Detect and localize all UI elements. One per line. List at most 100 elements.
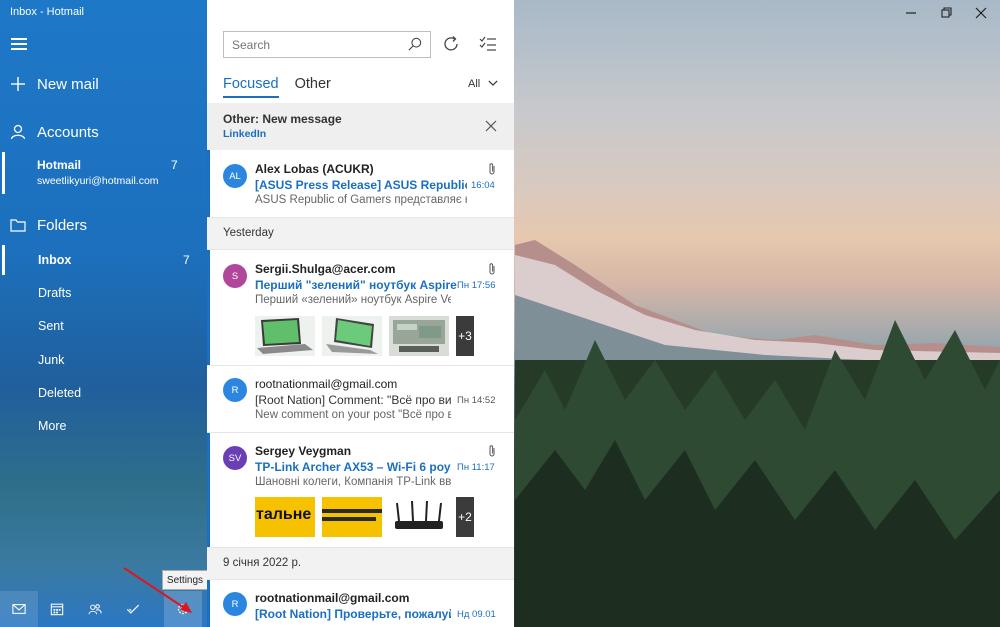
folders-label: Folders xyxy=(37,216,88,234)
minimize-button[interactable] xyxy=(903,5,919,21)
message-list-pane: Focused Other All Other: New message Lin… xyxy=(207,0,514,627)
message-item[interactable]: AL Alex Lobas (ACUKR) [ASUS Press Releas… xyxy=(207,150,514,218)
accounts-label: Accounts xyxy=(37,123,99,141)
folder-deleted[interactable]: Deleted xyxy=(0,378,207,408)
sync-icon xyxy=(444,36,458,51)
people-icon xyxy=(88,604,102,615)
folder-label: Junk xyxy=(38,353,65,367)
selection-mode-button[interactable] xyxy=(479,35,497,53)
person-icon xyxy=(10,124,26,140)
folder-sent[interactable]: Sent xyxy=(0,311,207,341)
minimize-icon xyxy=(906,12,916,14)
filter-dropdown[interactable]: All xyxy=(468,78,498,90)
message-time: Нд 09.01 xyxy=(457,609,496,620)
date-group-header: Yesterday xyxy=(207,218,514,250)
laptop-thumbnail[interactable] xyxy=(255,316,315,356)
selection-bar xyxy=(2,152,5,194)
message-subject: [ASUS Press Release] ASUS Republic of Ga… xyxy=(255,178,467,192)
paperclip-icon xyxy=(489,263,495,275)
tab-other[interactable]: Other xyxy=(295,76,331,98)
message-preview: ASUS Republic of Gamers представляє нові xyxy=(255,194,467,206)
account-unread-count: 7 xyxy=(171,158,178,172)
folder-label: More xyxy=(38,419,67,433)
folder-count: 7 xyxy=(183,253,190,267)
unread-indicator xyxy=(207,433,210,547)
hamburger-menu-icon[interactable] xyxy=(11,38,27,50)
search-icon[interactable] xyxy=(408,37,422,51)
message-preview: Шановні колеги, Компанія TP-Link вводить xyxy=(255,476,451,488)
account-hotmail[interactable]: Hotmail sweetlikyuri@hotmail.com 7 xyxy=(0,152,207,194)
folder-label: Deleted xyxy=(38,386,82,400)
mail-icon xyxy=(12,604,26,614)
more-attachments-count[interactable]: +2 xyxy=(456,497,474,537)
router-thumbnail[interactable] xyxy=(389,497,449,537)
message-item[interactable]: R rootnationmail@gmail.com [Root Nation]… xyxy=(207,580,514,627)
attachment-thumbnails: +3 xyxy=(255,316,474,356)
people-button[interactable] xyxy=(76,591,114,627)
selection-bar xyxy=(2,245,5,275)
folder-label: Drafts xyxy=(38,286,72,300)
message-subject: Перший "зелений" ноутбук Aspire Vero xyxy=(255,278,457,292)
red-arrow-annotation xyxy=(123,567,192,613)
banner-thumbnail[interactable]: тальне xyxy=(255,497,315,537)
new-mail-button[interactable]: New mail xyxy=(0,72,207,96)
message-time: Пн 17:56 xyxy=(457,280,496,291)
banner-thumbnail[interactable] xyxy=(322,497,382,537)
calendar-icon xyxy=(50,603,64,616)
unread-indicator xyxy=(207,250,210,365)
close-icon[interactable] xyxy=(485,120,497,132)
message-preview: New comment on your post "Всё про випуск xyxy=(255,409,451,421)
message-preview: Перший «зелений» ноутбук Aspire Vero xyxy=(255,294,451,306)
message-subject: [Root Nation] Comment: "Всё про випуск xyxy=(255,393,451,407)
message-time: 16:04 xyxy=(471,180,495,191)
new-mail-label: New mail xyxy=(37,75,99,93)
folder-junk[interactable]: Junk xyxy=(0,345,207,375)
message-sender: rootnationmail@gmail.com xyxy=(255,591,410,605)
close-window-button[interactable] xyxy=(973,5,989,21)
message-time: Пн 11:17 xyxy=(457,462,495,473)
message-sender: Sergey Veygman xyxy=(255,444,352,458)
chevron-down-icon xyxy=(488,80,498,86)
folder-inbox[interactable]: Inbox 7 xyxy=(0,245,207,275)
more-attachments-count[interactable]: +3 xyxy=(456,316,474,356)
message-item[interactable]: SV Sergey Veygman TP-Link Archer AX53 – … xyxy=(207,433,514,548)
search-input[interactable] xyxy=(224,32,404,57)
close-icon xyxy=(975,7,987,19)
other-inbox-notification[interactable]: Other: New message LinkedIn xyxy=(207,103,514,150)
message-subject: [Root Nation] Проверьте, пожалуйста xyxy=(255,607,451,621)
message-sender: Alex Lobas (ACUKR) xyxy=(255,162,374,176)
avatar: S xyxy=(223,264,247,288)
paperclip-icon xyxy=(489,163,495,175)
folder-more[interactable]: More xyxy=(0,411,207,441)
accounts-button[interactable]: Accounts xyxy=(0,120,207,144)
attachment-thumbnails: тальне +2 xyxy=(255,497,474,537)
checklist-icon xyxy=(479,36,496,51)
filter-label: All xyxy=(468,78,481,90)
restore-button[interactable] xyxy=(938,5,954,21)
message-item[interactable]: R rootnationmail@gmail.com [Root Nation]… xyxy=(207,366,514,433)
message-subject: TP-Link Archer AX53 – Wi-Fi 6 роутер xyxy=(255,460,451,474)
avatar: SV xyxy=(223,446,247,470)
folder-label: Inbox xyxy=(38,253,72,267)
notification-sender: LinkedIn xyxy=(223,128,267,140)
message-item[interactable]: S Sergii.Shulga@acer.com Перший "зелений… xyxy=(207,250,514,366)
notification-title: Other: New message xyxy=(223,112,342,126)
message-sender: rootnationmail@gmail.com xyxy=(255,377,398,391)
avatar: AL xyxy=(223,164,247,188)
message-time: Пн 14:52 xyxy=(457,395,496,406)
document-thumbnail[interactable] xyxy=(389,316,449,356)
sync-button[interactable] xyxy=(442,35,460,53)
folders-button[interactable]: Folders xyxy=(0,213,207,237)
calendar-button[interactable] xyxy=(38,591,76,627)
account-email: sweetlikyuri@hotmail.com xyxy=(37,175,159,187)
avatar: R xyxy=(223,592,247,616)
search-box[interactable] xyxy=(223,31,431,58)
mail-button[interactable] xyxy=(0,591,38,627)
tab-focused[interactable]: Focused xyxy=(223,76,279,98)
folder-drafts[interactable]: Drafts xyxy=(0,278,207,308)
laptop-thumbnail[interactable] xyxy=(322,316,382,356)
forest-image xyxy=(515,320,1000,627)
unread-indicator xyxy=(207,150,210,217)
plus-icon xyxy=(11,77,25,91)
inbox-tabs: Focused Other xyxy=(223,76,347,98)
